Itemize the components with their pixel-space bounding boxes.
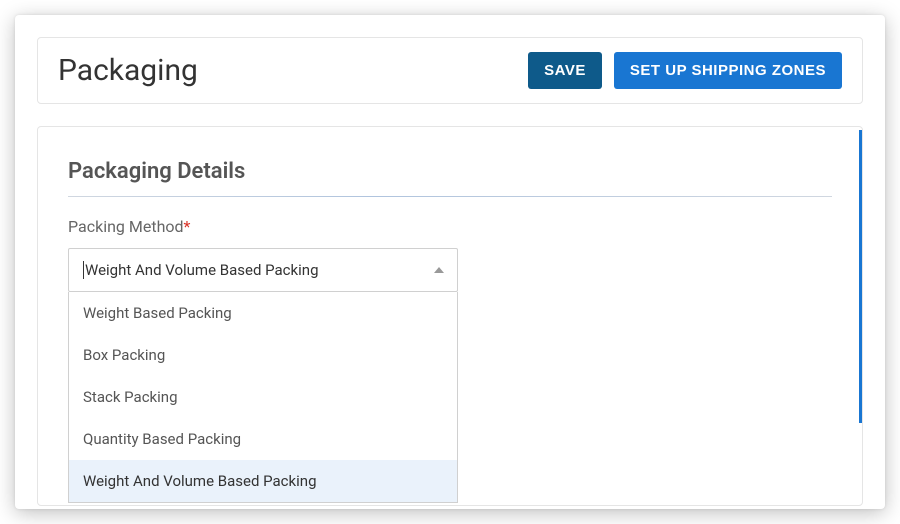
- section-divider: [68, 196, 832, 197]
- header-card: Packaging SAVE SET UP SHIPPING ZONES: [37, 37, 863, 104]
- dropdown-option[interactable]: Weight Based Packing: [69, 292, 457, 334]
- section-title: Packaging Details: [68, 159, 832, 184]
- packaging-details-card: Packaging Details Packing Method* Weight…: [37, 126, 863, 506]
- text-cursor: [83, 261, 84, 279]
- main-container: Packaging SAVE SET UP SHIPPING ZONES Pac…: [15, 15, 885, 509]
- packing-method-label: Packing Method*: [68, 217, 832, 236]
- packing-method-input[interactable]: Weight And Volume Based Packing: [68, 248, 458, 292]
- save-button[interactable]: SAVE: [528, 52, 602, 89]
- dropdown-option[interactable]: Stack Packing: [69, 376, 457, 418]
- packing-method-select[interactable]: Weight And Volume Based Packing: [68, 248, 458, 292]
- dropdown-option[interactable]: Weight And Volume Based Packing: [69, 460, 457, 502]
- field-label-text: Packing Method: [68, 217, 184, 236]
- dropdown-option[interactable]: Quantity Based Packing: [69, 418, 457, 460]
- page-title: Packaging: [58, 53, 198, 88]
- required-asterisk: *: [184, 217, 191, 236]
- packing-method-dropdown[interactable]: Weight Based Packing Box Packing Stack P…: [68, 292, 458, 503]
- setup-shipping-zones-button[interactable]: SET UP SHIPPING ZONES: [614, 52, 842, 89]
- selected-value-text: Weight And Volume Based Packing: [85, 261, 319, 279]
- header-actions: SAVE SET UP SHIPPING ZONES: [528, 52, 842, 89]
- dropdown-option[interactable]: Box Packing: [69, 334, 457, 376]
- caret-up-icon[interactable]: [434, 267, 444, 273]
